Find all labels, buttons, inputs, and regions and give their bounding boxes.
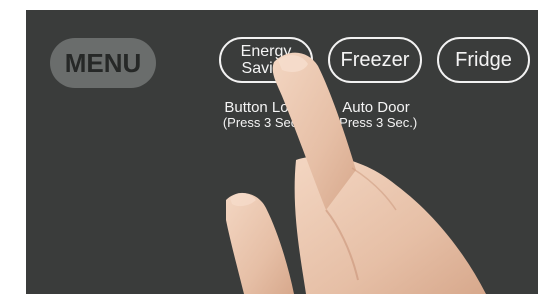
hand-image <box>226 52 486 294</box>
control-panel: MENU Energy Saving Freezer Fridge Button… <box>26 10 538 294</box>
